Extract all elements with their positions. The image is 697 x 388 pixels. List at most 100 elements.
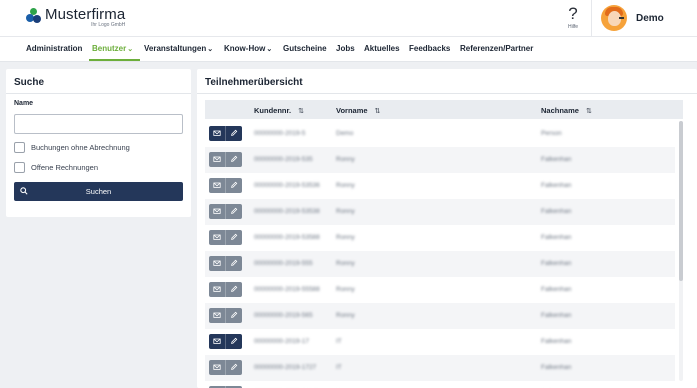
table-row[interactable]: 00000000-2019-17 IT Falkenhan <box>205 329 675 355</box>
sort-icon[interactable]: ⇅ <box>375 108 381 115</box>
open-invoices-checkbox[interactable]: Offene Rechnungen <box>14 162 98 173</box>
edit-button[interactable] <box>225 360 242 375</box>
cell-customer-no: 00000000-2019-55588 <box>254 286 320 293</box>
nav-label: Benutzer <box>92 44 127 53</box>
main-nav: Administration Benutzer⌄ Veranstaltungen… <box>0 37 697 62</box>
nav-item-benutzer[interactable]: Benutzer⌄ <box>92 44 133 53</box>
nav-item-referenzen-partner[interactable]: Referenzen/Partner <box>460 44 533 53</box>
nav-label: Referenzen/Partner <box>460 44 534 53</box>
row-actions <box>209 152 242 167</box>
cell-last-name: Falkenhan <box>541 338 572 345</box>
search-button[interactable]: Suchen <box>14 182 183 201</box>
table-row[interactable]: 00000000-2019-53588 Ronny Falkenhan <box>205 225 675 251</box>
mail-icon <box>213 286 221 292</box>
cell-last-name: Falkenhan <box>541 260 572 267</box>
nav-label: Feedbacks <box>409 44 451 53</box>
search-panel: Suche Name Buchungen ohne Abrechnung Off… <box>6 69 191 217</box>
mail-icon <box>213 234 221 240</box>
name-label: Name <box>14 100 34 107</box>
table-row[interactable]: 00000000-2019-53538 Ronny Falkenhan <box>205 199 675 225</box>
avatar[interactable] <box>601 5 627 31</box>
send-mail-button[interactable] <box>209 256 225 271</box>
table-row[interactable]: 00000000-2019-565 Ronny Falkenhan <box>205 303 675 329</box>
nav-item-feedbacks[interactable]: Feedbacks <box>409 44 450 53</box>
table-row[interactable]: 00000000-2019-555 Ronny Falkenhan <box>205 251 675 277</box>
column-header-last-name[interactable]: Nachname ⇅ <box>541 106 592 115</box>
cell-first-name: Ronny <box>336 182 355 189</box>
cell-customer-no: 00000000-2019-535 <box>254 156 313 163</box>
checkbox[interactable] <box>14 162 25 173</box>
send-mail-button[interactable] <box>209 178 225 193</box>
table-row[interactable]: 00000000-2019-1727 IT Falkenhan <box>205 355 675 381</box>
send-mail-button[interactable] <box>209 308 225 323</box>
mail-icon <box>213 182 221 188</box>
nav-item-administration[interactable]: Administration <box>26 44 82 53</box>
table-row[interactable]: 00000000-2019-5 Demo Person <box>205 121 675 147</box>
edit-button[interactable] <box>225 308 242 323</box>
send-mail-button[interactable] <box>209 152 225 167</box>
edit-button[interactable] <box>225 230 242 245</box>
nav-item-aktuelles[interactable]: Aktuelles <box>364 44 400 53</box>
edit-button[interactable] <box>225 204 242 219</box>
edit-icon <box>231 311 238 318</box>
nav-label: Gutscheine <box>283 44 327 53</box>
checkbox-label: Buchungen ohne Abrechnung <box>31 143 130 152</box>
cell-customer-no: 00000000-2019-5 <box>254 130 306 137</box>
cell-first-name: Ronny <box>336 312 355 319</box>
row-actions <box>209 282 242 297</box>
table-row[interactable]: 00000000-2019-55588 Ronny Falkenhan <box>205 277 675 303</box>
sort-asc-icon[interactable]: ⇅ <box>298 108 304 115</box>
bookings-without-invoice-checkbox[interactable]: Buchungen ohne Abrechnung <box>14 142 130 153</box>
column-label: Nachname <box>541 106 579 115</box>
edit-button[interactable] <box>225 282 242 297</box>
mail-icon <box>213 208 221 214</box>
send-mail-button[interactable] <box>209 204 225 219</box>
cell-customer-no: 00000000-2019-17 <box>254 338 309 345</box>
edit-button[interactable] <box>225 152 242 167</box>
nav-item-jobs[interactable]: Jobs <box>336 44 355 53</box>
nav-label: Jobs <box>336 44 355 53</box>
cell-first-name: Ronny <box>336 234 355 241</box>
column-header-first-name[interactable]: Vorname ⇅ <box>336 106 380 115</box>
cell-last-name: Falkenhan <box>541 312 572 319</box>
edit-button[interactable] <box>225 256 242 271</box>
nav-item-gutscheine[interactable]: Gutscheine <box>283 44 327 53</box>
edit-button[interactable] <box>225 334 242 349</box>
help-button[interactable]: ? Hilfe <box>563 5 583 33</box>
nav-label: Know-How <box>224 44 266 53</box>
table-row[interactable]: 00000000-2019-53536 Ronny Falkenhan <box>205 173 675 199</box>
cell-customer-no: 00000000-2019-53538 <box>254 208 320 215</box>
row-actions <box>209 334 242 349</box>
brand-logo[interactable]: Musterfirma Ihr Logo GmbH <box>26 7 125 28</box>
search-button-label: Suchen <box>85 187 112 196</box>
sort-icon[interactable]: ⇅ <box>586 108 592 115</box>
user-name[interactable]: Demo <box>636 13 664 24</box>
send-mail-button[interactable] <box>209 360 225 375</box>
cell-customer-no: 00000000-2019-53588 <box>254 234 320 241</box>
scrollbar-thumb[interactable] <box>679 121 683 281</box>
mail-icon <box>213 312 221 318</box>
table-row[interactable]: 00000000-2019-17277ITFalkenhan <box>205 381 675 388</box>
send-mail-button[interactable] <box>209 230 225 245</box>
mail-icon <box>213 260 221 266</box>
edit-button[interactable] <box>225 178 242 193</box>
send-mail-button[interactable] <box>209 334 225 349</box>
question-mark-icon: ? <box>568 4 578 23</box>
send-mail-button[interactable] <box>209 126 225 141</box>
checkbox[interactable] <box>14 142 25 153</box>
cell-customer-no: 00000000-2019-565 <box>254 312 313 319</box>
nav-label: Veranstaltungen <box>144 44 207 53</box>
checkbox-label: Offene Rechnungen <box>31 163 98 172</box>
help-label: Hilfe <box>567 24 578 30</box>
cell-first-name: Ronny <box>336 156 355 163</box>
row-actions <box>209 308 242 323</box>
column-header-customer-no[interactable]: Kundennr. ⇅ <box>254 106 304 115</box>
table-row[interactable]: 00000000-2019-535 Ronny Falkenhan <box>205 147 675 173</box>
edit-button[interactable] <box>225 126 242 141</box>
cell-first-name: IT <box>336 338 342 345</box>
name-input[interactable] <box>14 114 183 134</box>
table-header: Kundennr. ⇅ Vorname ⇅ Nachname ⇅ <box>205 100 683 119</box>
nav-item-veranstaltungen[interactable]: Veranstaltungen⌄ <box>144 44 213 53</box>
nav-item-know-how[interactable]: Know-How⌄ <box>224 44 272 53</box>
send-mail-button[interactable] <box>209 282 225 297</box>
